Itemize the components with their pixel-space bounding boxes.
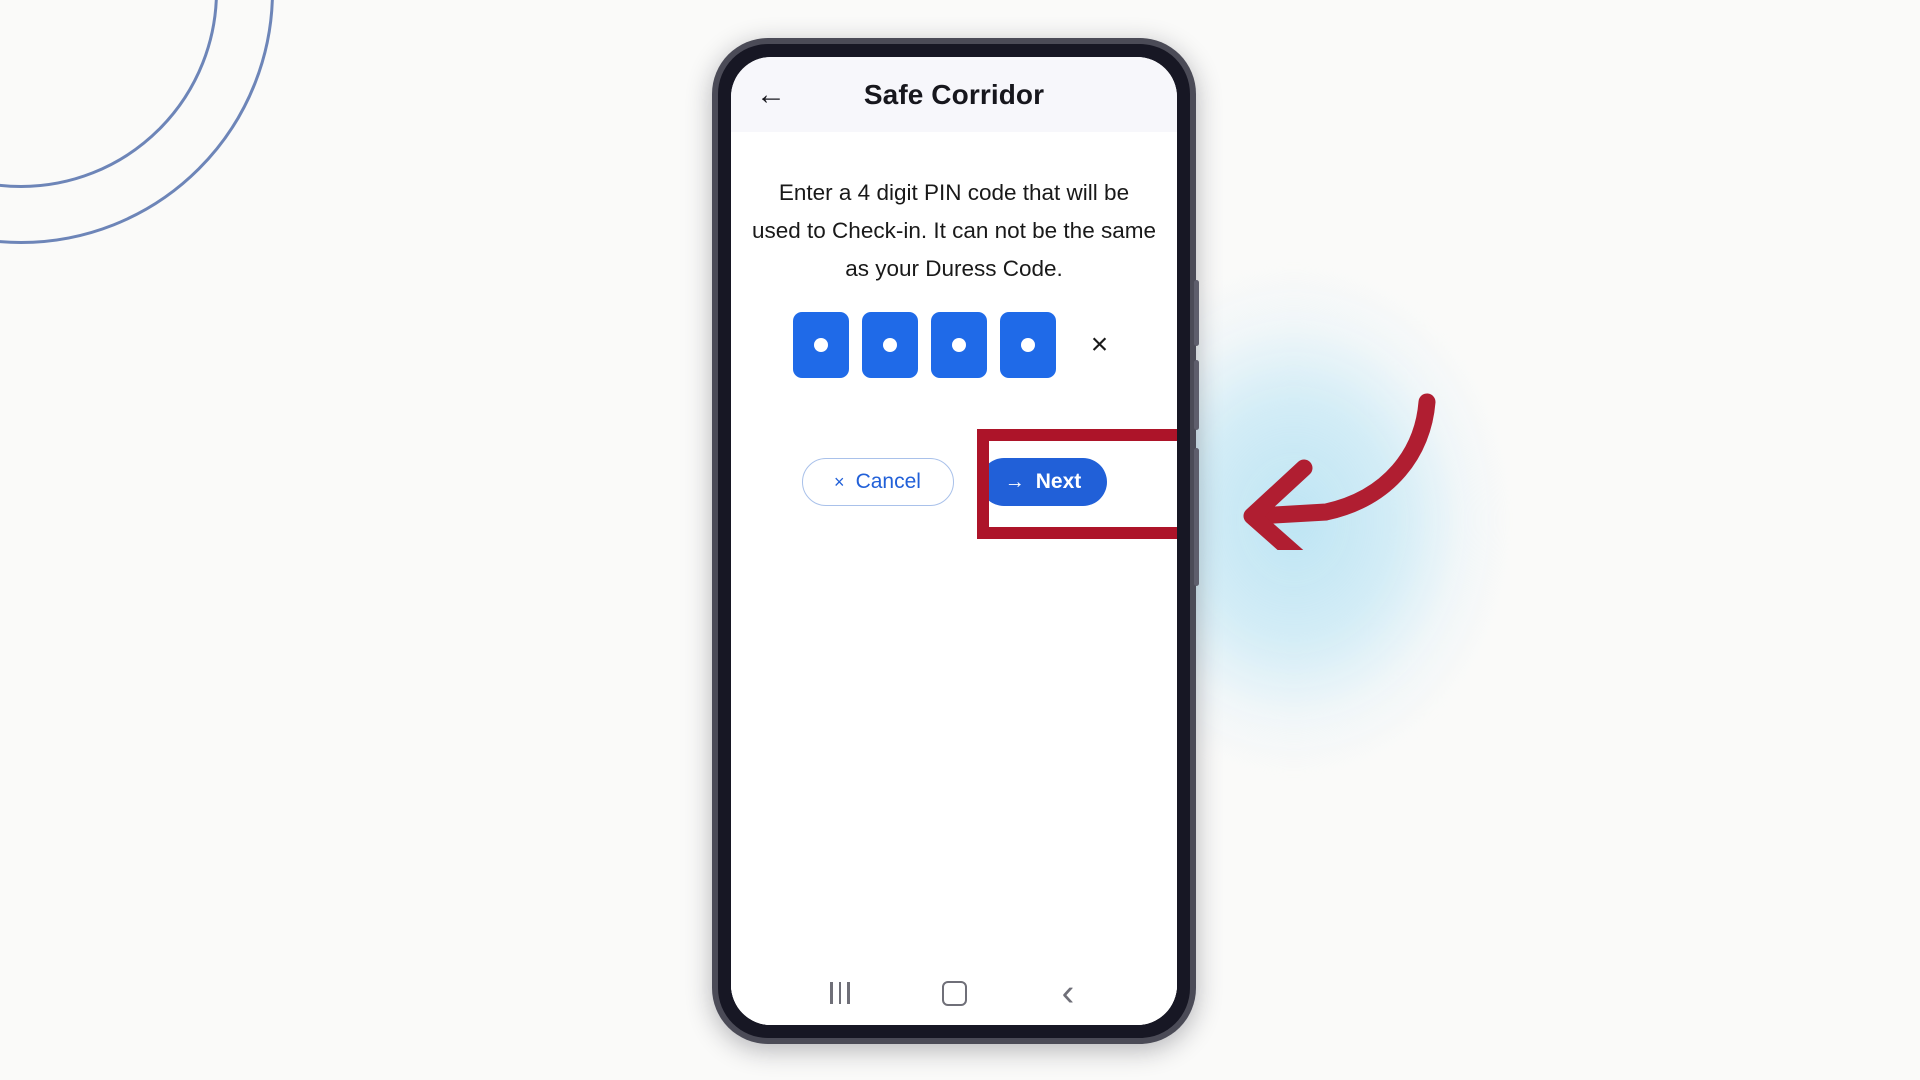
instruction-text: Enter a 4 digit PIN code that will be us… xyxy=(752,180,1156,281)
screenshot-root: ← Safe Corridor Enter a 4 digit PIN code… xyxy=(0,0,1920,1080)
home-icon xyxy=(941,980,967,1006)
pin-digit-3[interactable] xyxy=(930,312,987,378)
phone-device-frame: ← Safe Corridor Enter a 4 digit PIN code… xyxy=(712,38,1199,1044)
phone-screen: ← Safe Corridor Enter a 4 digit PIN code… xyxy=(731,57,1177,1025)
phone-side-button-bottom[interactable] xyxy=(1194,448,1199,586)
app-body: Enter a 4 digit PIN code that will be us… xyxy=(731,132,1177,1025)
action-button-row: × Cancel → Next xyxy=(801,429,1177,539)
next-button[interactable]: → Next xyxy=(979,458,1107,506)
back-button[interactable]: ← xyxy=(751,75,791,115)
phone-side-button-top[interactable] xyxy=(1194,280,1199,346)
page-title: Safe Corridor xyxy=(863,78,1045,110)
phone-side-button-middle[interactable] xyxy=(1194,360,1199,430)
pin-dot xyxy=(1020,338,1035,352)
recents-icon xyxy=(830,982,850,1004)
cancel-button-label: Cancel xyxy=(855,470,921,493)
arrow-left-icon: ← xyxy=(756,77,786,111)
pin-entry-row: × xyxy=(792,312,1116,378)
pin-clear-button[interactable]: × xyxy=(1084,329,1116,361)
arrow-right-icon: → xyxy=(1004,471,1025,493)
cancel-button[interactable]: × Cancel xyxy=(801,458,954,506)
pin-digit-2[interactable] xyxy=(861,312,918,378)
pin-dot xyxy=(882,338,897,352)
pin-dot xyxy=(951,338,966,352)
nav-recents-button[interactable] xyxy=(814,971,866,1015)
next-button-label: Next xyxy=(1035,470,1082,493)
nav-back-button[interactable]: ‹ xyxy=(1042,971,1094,1015)
android-nav-bar: ‹ xyxy=(731,961,1177,1025)
pin-digit-1[interactable] xyxy=(792,312,849,378)
app-header: ← Safe Corridor xyxy=(731,57,1177,132)
pin-digit-4[interactable] xyxy=(999,312,1056,378)
phone-bezel: ← Safe Corridor Enter a 4 digit PIN code… xyxy=(718,44,1190,1038)
pin-dot xyxy=(813,338,828,352)
close-x-icon: × xyxy=(834,472,845,492)
curved-left-arrow-icon xyxy=(1243,393,1436,550)
chevron-left-icon: ‹ xyxy=(1061,972,1075,1014)
close-x-icon: × xyxy=(1090,328,1109,361)
nav-home-button[interactable] xyxy=(928,971,980,1015)
